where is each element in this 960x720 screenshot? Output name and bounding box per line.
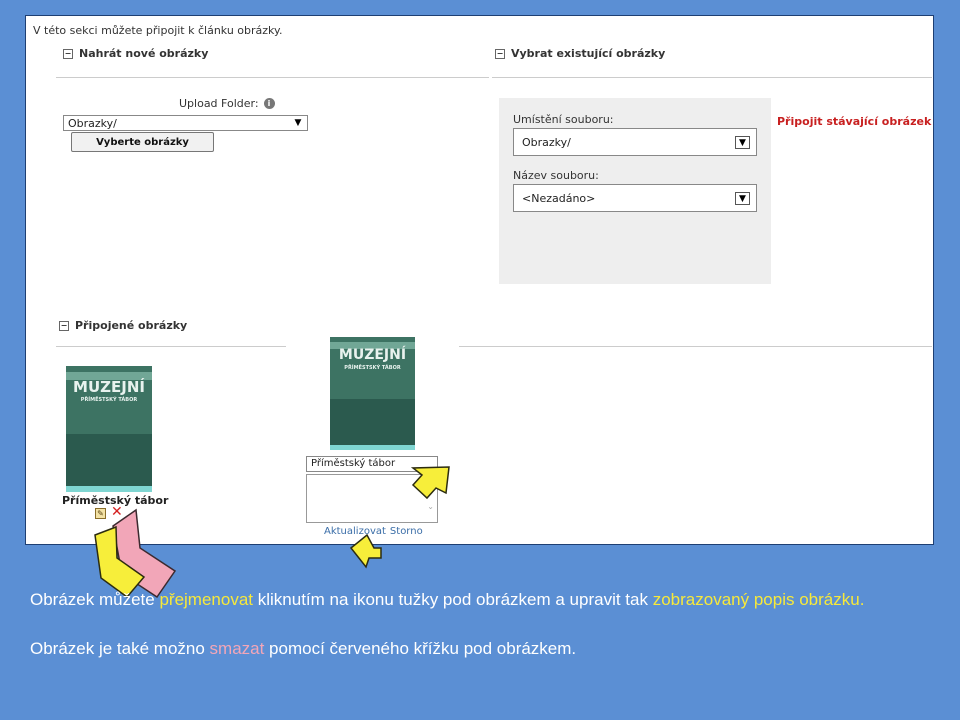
caption-text: pomocí červeného křížku pod obrázkem. xyxy=(264,639,577,658)
caption-line-2: Obrázek je také možno smazat pomocí červ… xyxy=(30,639,576,659)
caption-highlight-delete: smazat xyxy=(209,639,265,658)
caption-text: Obrázek je také možno xyxy=(30,639,210,658)
caption-text: Obrázek můžete xyxy=(30,590,160,609)
caption-highlight-rename: přejmenovat xyxy=(159,590,254,609)
caption-highlight-description: zobrazovaný popis obrázku xyxy=(652,590,860,609)
caption-text: . xyxy=(859,590,865,609)
caption-line-1: Obrázek můžete přejmenovat kliknutím na … xyxy=(30,590,864,610)
yellow-arrow xyxy=(410,466,450,500)
yellow-arrow xyxy=(349,533,382,569)
annotation-arrows xyxy=(94,466,450,599)
caption-text: kliknutím na ikonu tužky pod obrázkem a … xyxy=(253,590,653,609)
